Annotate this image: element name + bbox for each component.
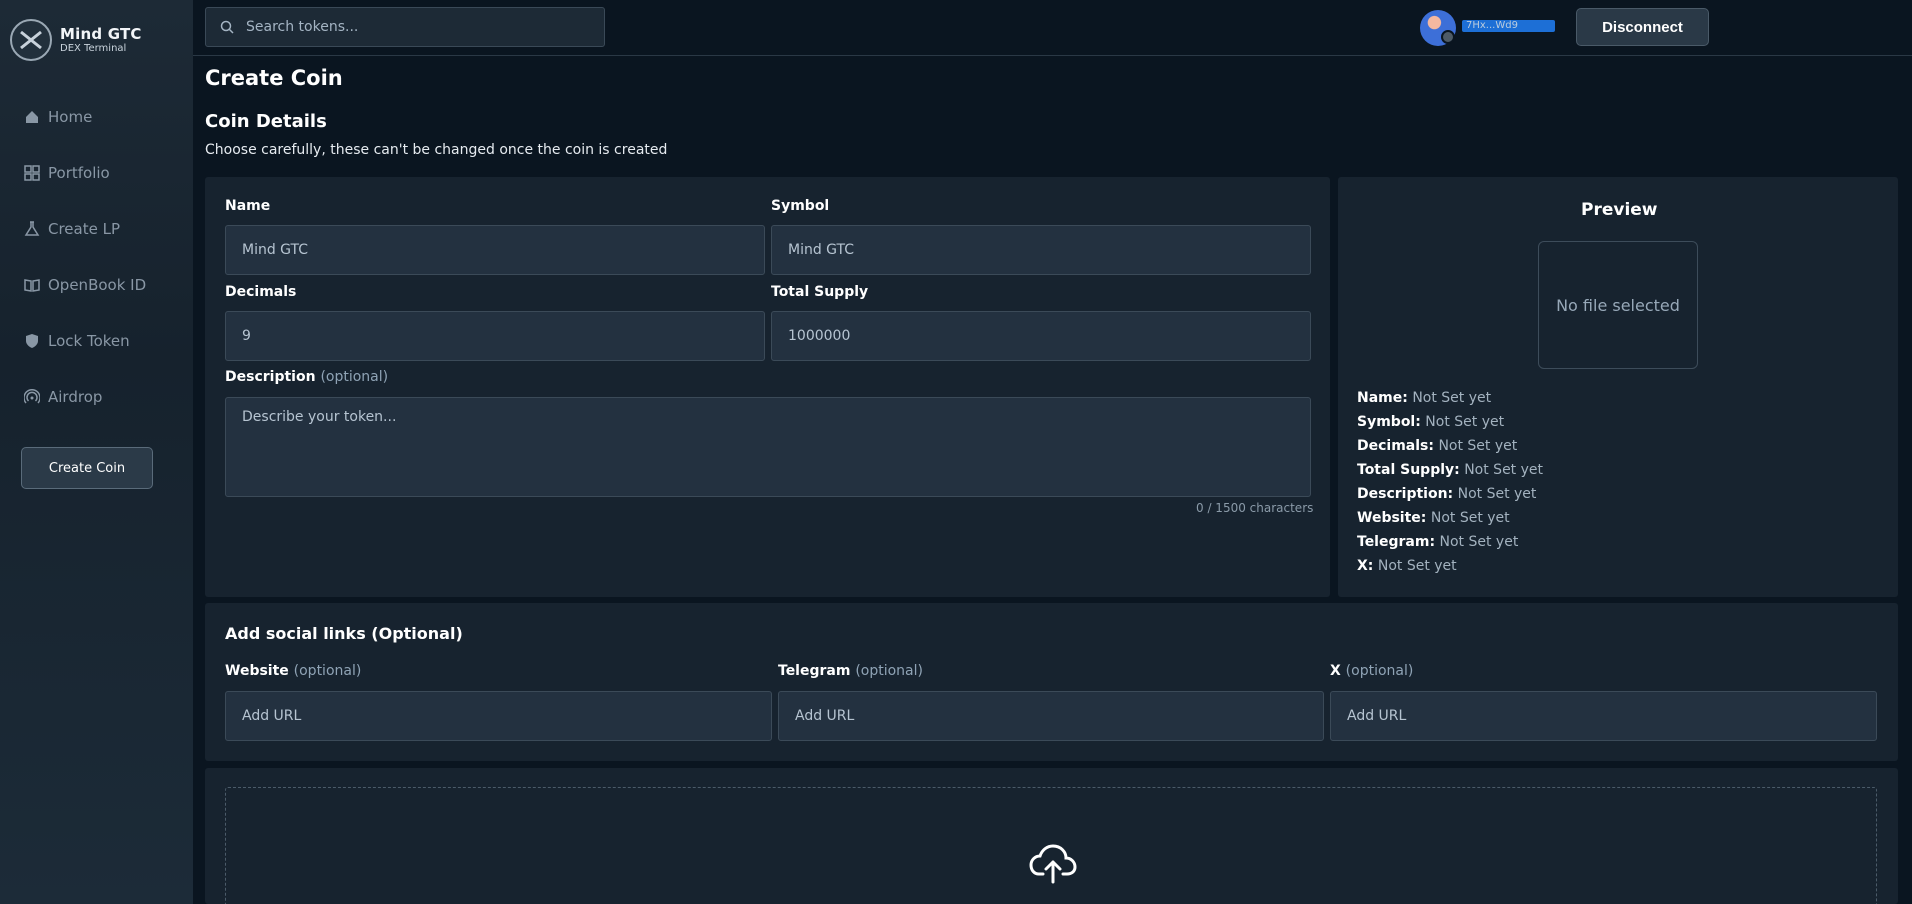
preview-image-placeholder: No file selected bbox=[1556, 295, 1680, 315]
symbol-value: Mind GTC bbox=[788, 242, 855, 258]
wallet-address[interactable]: 7Hx...Wd9 bbox=[1462, 20, 1555, 32]
symbol-field[interactable]: Mind GTC bbox=[771, 225, 1311, 275]
search-icon bbox=[220, 20, 234, 34]
preview-row-total-supply: Total Supply: Not Set yet bbox=[1357, 462, 1544, 478]
sidebar-item-airdrop[interactable]: Airdrop bbox=[24, 386, 102, 408]
decimals-value: 9 bbox=[242, 328, 251, 344]
image-upload-dropzone[interactable] bbox=[225, 787, 1877, 904]
x-url-placeholder: Add URL bbox=[1347, 708, 1407, 724]
total-supply-field[interactable]: 1000000 bbox=[771, 311, 1311, 361]
sidebar-item-label: Home bbox=[48, 108, 93, 126]
section-title: Coin Details bbox=[205, 111, 327, 132]
x-label: X (optional) bbox=[1330, 663, 1414, 679]
preview-row-website: Website: Not Set yet bbox=[1357, 510, 1510, 526]
home-icon bbox=[26, 111, 38, 123]
section-subtitle: Choose carefully, these can't be changed… bbox=[205, 142, 668, 158]
name-label: Name bbox=[225, 198, 271, 214]
preview-row-symbol: Symbol: Not Set yet bbox=[1357, 414, 1505, 430]
search-placeholder: Search tokens... bbox=[246, 19, 359, 35]
wallet-badge-icon bbox=[1441, 30, 1455, 44]
create-coin-button[interactable]: Create Coin bbox=[21, 447, 153, 489]
logo-icon bbox=[10, 19, 52, 61]
description-label: Description (optional) bbox=[225, 369, 389, 385]
sidebar-item-openbook-id[interactable]: OpenBook ID bbox=[24, 274, 146, 296]
sidebar-item-portfolio[interactable]: Portfolio bbox=[24, 162, 110, 184]
sidebar-item-create-lp[interactable]: Create LP bbox=[24, 218, 120, 240]
signal-icon bbox=[24, 389, 40, 404]
preview-image-box: No file selected bbox=[1538, 241, 1698, 369]
sidebar-item-label: Airdrop bbox=[48, 388, 103, 406]
sidebar-item-label: Portfolio bbox=[48, 164, 110, 182]
flask-icon bbox=[24, 221, 40, 236]
sidebar-item-label: Create LP bbox=[48, 220, 121, 238]
total-supply-value: 1000000 bbox=[788, 328, 851, 344]
description-textarea[interactable]: Describe your token... bbox=[225, 397, 1311, 497]
logo[interactable]: Mind GTC DEX Terminal bbox=[10, 19, 142, 61]
cloud-upload-icon bbox=[1029, 844, 1077, 884]
app-title: Mind GTC bbox=[60, 24, 142, 43]
telegram-label: Telegram (optional) bbox=[778, 663, 923, 679]
preview-row-x: X: Not Set yet bbox=[1357, 558, 1457, 574]
total-supply-label: Total Supply bbox=[771, 284, 869, 300]
preview-row-decimals: Decimals: Not Set yet bbox=[1357, 438, 1518, 454]
name-field[interactable]: Mind GTC bbox=[225, 225, 765, 275]
telegram-url-field[interactable]: Add URL bbox=[778, 691, 1324, 741]
decimals-field[interactable]: 9 bbox=[225, 311, 765, 361]
search-input[interactable]: Search tokens... bbox=[205, 7, 605, 47]
website-label: Website (optional) bbox=[225, 663, 362, 679]
symbol-label: Symbol bbox=[771, 198, 830, 214]
description-placeholder: Describe your token... bbox=[242, 409, 397, 425]
decimals-label: Decimals bbox=[225, 284, 297, 300]
telegram-url-placeholder: Add URL bbox=[795, 708, 855, 724]
preview-row-description: Description: Not Set yet bbox=[1357, 486, 1537, 502]
book-icon bbox=[24, 279, 40, 292]
grid-icon bbox=[24, 165, 40, 181]
sidebar-item-label: Lock Token bbox=[48, 332, 130, 350]
preview-row-name: Name: Not Set yet bbox=[1357, 390, 1492, 406]
optional-tag: (optional) bbox=[320, 369, 389, 385]
social-links-title: Add social links (Optional) bbox=[225, 624, 463, 643]
sidebar: Mind GTC DEX Terminal Home Portfolio Cre… bbox=[0, 0, 193, 904]
x-url-field[interactable]: Add URL bbox=[1330, 691, 1877, 741]
sidebar-item-home[interactable]: Home bbox=[24, 106, 92, 128]
preview-title: Preview bbox=[1581, 200, 1658, 220]
preview-row-telegram: Telegram: Not Set yet bbox=[1357, 534, 1519, 550]
website-url-placeholder: Add URL bbox=[242, 708, 302, 724]
shield-icon bbox=[26, 334, 38, 348]
website-url-field[interactable]: Add URL bbox=[225, 691, 772, 741]
app-subtitle: DEX Terminal bbox=[60, 42, 127, 54]
sidebar-item-lock-token[interactable]: Lock Token bbox=[24, 330, 130, 352]
char-count: 0 / 1500 characters bbox=[1196, 501, 1314, 515]
sidebar-item-label: OpenBook ID bbox=[48, 276, 147, 294]
name-value: Mind GTC bbox=[242, 242, 309, 258]
disconnect-button[interactable]: Disconnect bbox=[1576, 8, 1709, 46]
page-title: Create Coin bbox=[205, 66, 343, 90]
